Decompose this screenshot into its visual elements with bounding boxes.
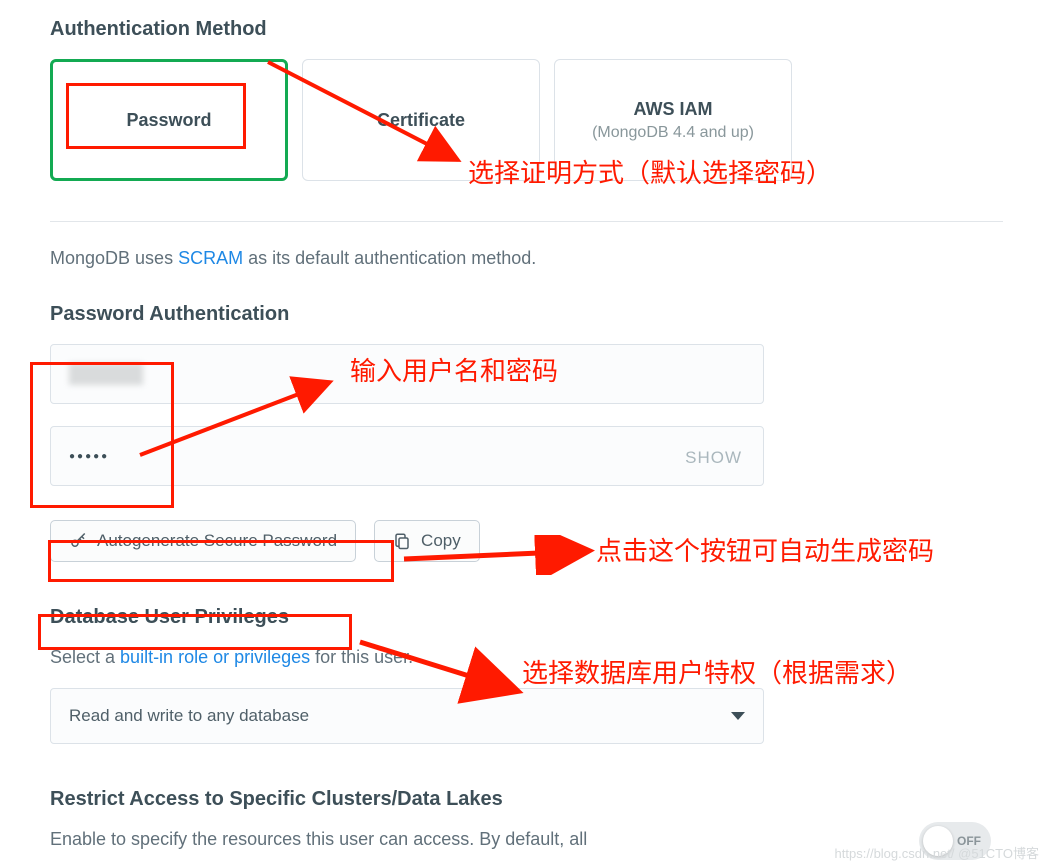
built-in-role-link[interactable]: built-in role or privileges — [120, 647, 310, 667]
text: as its default authentication method. — [243, 248, 536, 268]
autogenerate-password-button[interactable]: Autogenerate Secure Password — [50, 520, 356, 562]
chevron-down-icon — [731, 712, 745, 720]
username-blurred — [69, 363, 143, 385]
password-mask: ●●●●● — [69, 451, 109, 462]
restrict-title: Restrict Access to Specific Clusters/Dat… — [50, 788, 1003, 811]
annotation-text: 选择证明方式（默认选择密码） — [468, 156, 832, 191]
button-label: Autogenerate Secure Password — [97, 531, 337, 551]
copy-button[interactable]: Copy — [374, 520, 480, 562]
privileges-title: Database User Privileges — [50, 606, 1003, 629]
watermark: https://blog.csdn.net/ @51CTO博客 — [835, 843, 1039, 862]
key-icon — [69, 532, 87, 550]
method-label: Password — [126, 110, 211, 131]
method-label: Certificate — [377, 110, 465, 131]
annotation-text: 输入用户名和密码 — [350, 354, 558, 389]
select-value: Read and write to any database — [69, 706, 309, 726]
annotation-text: 选择数据库用户特权（根据需求） — [522, 656, 1032, 691]
password-input[interactable]: ●●●●● — [50, 426, 764, 486]
method-label: AWS IAM — [634, 99, 713, 120]
role-select[interactable]: Read and write to any database — [50, 688, 764, 744]
auth-method-title: Authentication Method — [50, 18, 1003, 41]
divider — [50, 221, 1003, 222]
method-card-password[interactable]: Password — [50, 59, 288, 181]
text: Select a — [50, 647, 120, 667]
show-password-button[interactable]: SHOW — [685, 448, 742, 468]
scram-info: MongoDB uses SCRAM as its default authen… — [50, 248, 1003, 269]
text: MongoDB uses — [50, 248, 178, 268]
copy-icon — [393, 532, 411, 550]
annotation-text: 点击这个按钮可自动生成密码 — [596, 534, 1026, 569]
button-label: Copy — [421, 531, 461, 551]
text: for this user. — [310, 647, 413, 667]
password-auth-title: Password Authentication — [50, 303, 1003, 326]
scram-link[interactable]: SCRAM — [178, 248, 243, 268]
method-sublabel: (MongoDB 4.4 and up) — [592, 124, 754, 142]
